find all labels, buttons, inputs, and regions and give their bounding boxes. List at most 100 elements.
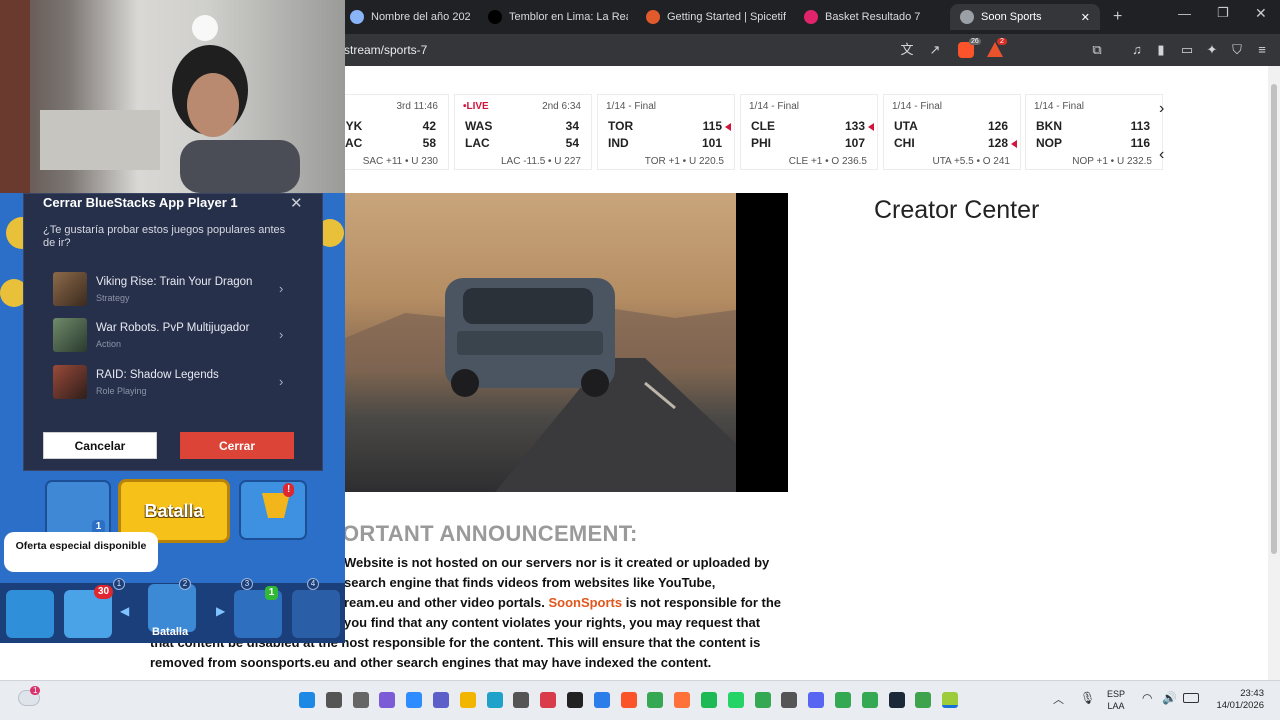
firefox-icon[interactable] — [674, 692, 691, 708]
battle-tab[interactable] — [148, 584, 196, 632]
nav-left-arrow[interactable]: ◀ — [120, 604, 129, 618]
browser-tab[interactable]: Basket Resultado 7 — [794, 4, 934, 30]
chrome-icon[interactable] — [754, 692, 771, 708]
notepad-icon[interactable] — [915, 692, 932, 708]
steam-icon[interactable] — [888, 692, 905, 708]
nav-right-arrow[interactable]: ▶ — [216, 604, 225, 618]
close-tab-icon[interactable]: ✕ — [1081, 11, 1090, 24]
chevron-right-icon[interactable]: › — [279, 327, 283, 342]
snipping-tool-icon[interactable] — [540, 692, 557, 708]
steam-icon[interactable] — [781, 692, 798, 708]
close-button[interactable]: Cerrar — [180, 432, 294, 459]
battle-tab-label: Batalla — [152, 626, 189, 638]
browser-tab[interactable]: Soon Sports ✕ — [950, 4, 1100, 30]
zoom-icon[interactable] — [406, 692, 423, 708]
chrome-icon[interactable] — [835, 692, 851, 708]
media-icon[interactable]: ♫ — [1129, 42, 1145, 58]
translate-icon[interactable]: 文 — [899, 42, 915, 58]
live-status: •LIVE — [463, 101, 489, 112]
rewards-badge: 2 — [997, 38, 1007, 45]
score-card[interactable]: •LIVE 2nd 6:34 WAS 34 LAC 54 LAC -11.5 • U 227 — [454, 94, 592, 170]
brave-icon[interactable] — [620, 692, 637, 708]
maximize-button[interactable]: ❐ — [1217, 5, 1229, 21]
announcement-line-3-tail: is not responsible for the — [622, 595, 782, 610]
share-icon[interactable]: ↗ — [927, 42, 943, 58]
scrollbar-thumb[interactable] — [1271, 84, 1277, 554]
task-view-icon[interactable] — [352, 692, 369, 708]
address-bar[interactable]: stream/sports-7 — [344, 43, 427, 57]
browser-tab[interactable]: Getting Started | Spicetify — [636, 4, 786, 30]
start-icon[interactable] — [299, 692, 315, 708]
game-thumbnail-viking-rise[interactable] — [53, 272, 87, 306]
team-name: BKN — [1036, 119, 1062, 133]
spotify-icon[interactable] — [701, 692, 717, 708]
score-card[interactable]: 1/14 - Final CLE 133 PHI 107 CLE +1 • O 236.5 — [740, 94, 878, 170]
dialog-close-icon[interactable]: ✕ — [290, 194, 303, 212]
team-name: IND — [608, 136, 629, 150]
game-name[interactable]: RAID: Shadow Legends — [96, 369, 219, 381]
screenshot-icon[interactable]: ⧉ — [1089, 42, 1105, 58]
volume-icon[interactable]: 🔊 — [1162, 691, 1177, 705]
score-card[interactable]: 1/14 - Final TOR 115 IND 101 TOR +1 • U 220.5 — [597, 94, 735, 170]
score-card[interactable]: 3rd 11:46 NYK 42 SAC 58 SAC +11 • U 230 — [327, 94, 449, 170]
wallet-icon[interactable]: ▭ — [1179, 42, 1195, 58]
team-score: 113 — [1130, 119, 1150, 133]
chevron-right-icon[interactable]: › — [279, 281, 283, 296]
leo-ai-icon[interactable]: ✦ — [1204, 42, 1220, 58]
minimize-button[interactable]: — — [1178, 6, 1191, 21]
team-name: LAC — [465, 136, 490, 150]
clan-tab-badge: 1 — [265, 586, 278, 600]
team-score: 116 — [1130, 136, 1150, 150]
game-name[interactable]: Viking Rise: Train Your Dragon — [96, 276, 252, 288]
events-tab[interactable] — [292, 590, 340, 638]
script-icon[interactable] — [593, 692, 610, 708]
announcement-line-3-text: ream.eu and other video portals. — [344, 595, 549, 610]
game-thumbnail-raid[interactable] — [53, 365, 87, 399]
copilot-icon[interactable] — [379, 692, 396, 708]
new-tab-button[interactable]: + — [1113, 8, 1122, 26]
browser-tab[interactable]: Nombre del año 2026 en — [340, 4, 470, 30]
microphone-icon[interactable]: 🎙 — [1080, 691, 1095, 705]
whatsapp-icon[interactable] — [727, 692, 744, 708]
game-thumbnail-war-robots[interactable] — [53, 318, 87, 352]
team-score: 54 — [565, 136, 579, 150]
chrome-icon[interactable] — [647, 692, 664, 708]
system-clock[interactable]: 23:43 14/01/2026 — [1208, 688, 1264, 712]
chevron-right-icon[interactable]: › — [279, 374, 283, 389]
slot-number: 2 — [179, 578, 191, 590]
cancel-button[interactable]: Cancelar — [43, 432, 157, 459]
input-language[interactable]: ESP LAA — [1107, 688, 1125, 712]
discord-icon[interactable] — [808, 692, 825, 708]
score-card[interactable]: 1/14 - Final UTA 126 CHI 128 UTA +5.5 • O 241 — [883, 94, 1021, 170]
scores-next-arrow[interactable]: › — [1159, 100, 1164, 118]
teams-icon[interactable] — [433, 692, 449, 708]
soonsports-link[interactable]: SoonSports — [548, 595, 622, 610]
special-offer-bubble[interactable]: Oferta especial disponible — [4, 532, 158, 572]
team-score: 115 — [702, 119, 722, 133]
sidebar-icon[interactable]: ▮ — [1153, 42, 1169, 58]
play-icon — [804, 10, 818, 24]
scores-prev-arrow[interactable]: ‹ — [1159, 146, 1164, 164]
bluestacks-icon[interactable] — [942, 692, 959, 708]
close-window-button[interactable]: ✕ — [1255, 5, 1267, 22]
tray-chevron-icon[interactable]: ︿ — [1053, 691, 1064, 707]
menu-icon[interactable]: ≡ — [1254, 42, 1270, 58]
game-clock: 2nd 6:34 — [542, 101, 581, 112]
team-name: CLE — [751, 119, 775, 133]
betting-line: NOP +1 • U 232.5 — [1072, 156, 1152, 167]
wifi-icon[interactable]: ◠ — [1142, 691, 1152, 705]
score-card[interactable]: 1/14 - Final BKN 113 NOP 116 NOP +1 • U 232.5 — [1025, 94, 1163, 170]
chrome-icon[interactable] — [861, 692, 878, 708]
browser-tab[interactable]: Temblor en Lima: La Reac — [478, 4, 628, 30]
video-player[interactable] — [345, 193, 788, 492]
edge-icon[interactable] — [486, 692, 503, 708]
shop-tab[interactable] — [6, 590, 54, 638]
brave-shield-badge: 26 — [969, 38, 981, 45]
game-name[interactable]: War Robots. PvP Multijugador — [96, 322, 249, 334]
notion-icon[interactable] — [567, 692, 583, 708]
settings-icon[interactable] — [513, 692, 530, 708]
battery-icon[interactable] — [1183, 693, 1199, 703]
file-explorer-icon[interactable] — [459, 692, 476, 708]
search-icon[interactable] — [325, 692, 342, 708]
vpn-shield-icon[interactable]: ⛉ — [1229, 42, 1245, 58]
